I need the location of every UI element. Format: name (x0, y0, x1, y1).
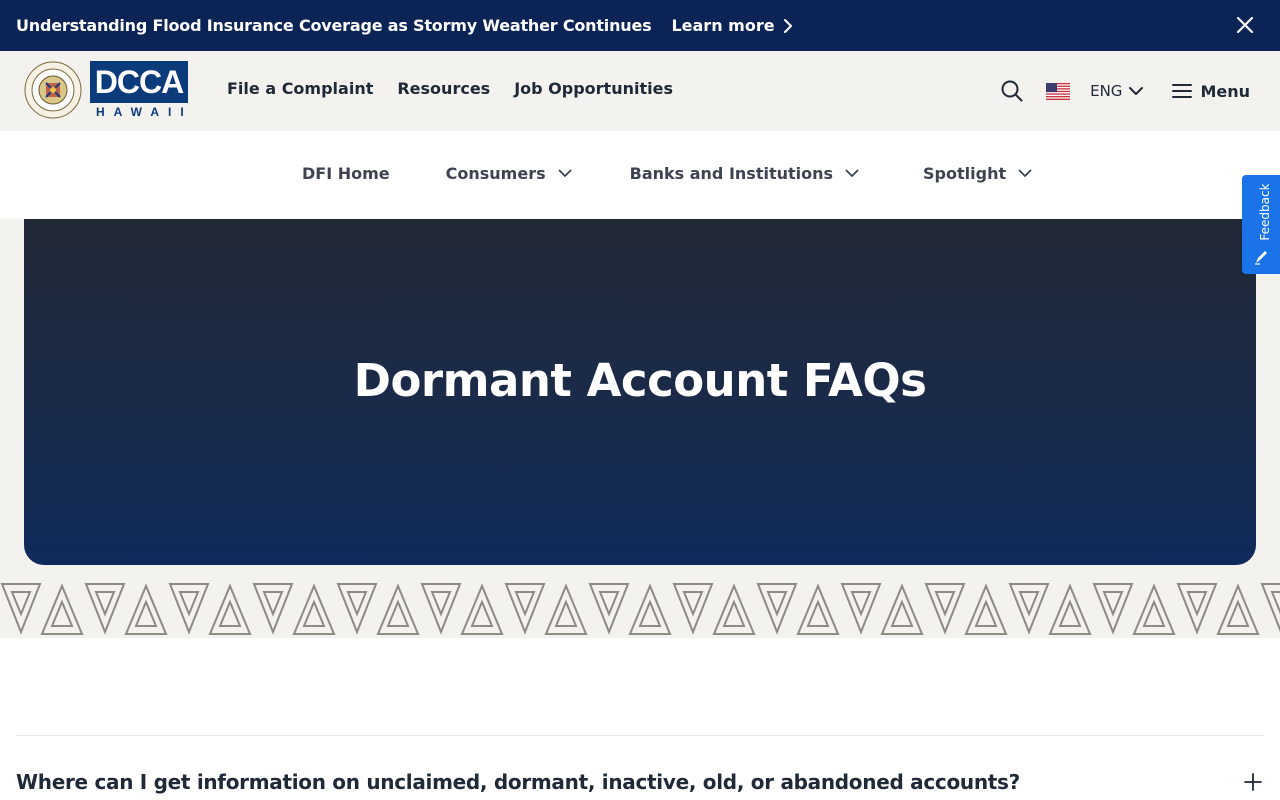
pen-icon (1255, 251, 1267, 265)
chevron-down-icon (558, 169, 572, 177)
subnav-consumers[interactable]: Consumers (446, 164, 572, 183)
chevron-down-icon (1018, 169, 1032, 177)
subnav-label: DFI Home (302, 164, 390, 183)
language-selector[interactable]: ENG (1090, 82, 1144, 100)
language-label: ENG (1090, 82, 1123, 100)
site-logo[interactable]: DCCA HAWAII (24, 61, 188, 119)
page-title: Dormant Account FAQs (353, 353, 927, 407)
section-nav: DFI Home Consumers Banks and Institution… (0, 131, 1280, 219)
header-utilities: ENG Menu (1000, 51, 1250, 131)
site-header: DCCA HAWAII File a Complaint Resources J… (0, 51, 1280, 131)
nav-resources[interactable]: Resources (397, 79, 490, 98)
learn-more-link[interactable]: Learn more (671, 16, 792, 35)
decorative-pattern (0, 580, 1280, 638)
feedback-tab[interactable]: Feedback (1242, 175, 1280, 274)
hero-banner: Dormant Account FAQs (24, 219, 1256, 565)
faq-divider (16, 735, 1264, 736)
nav-file-complaint[interactable]: File a Complaint (227, 79, 373, 98)
subnav-spotlight[interactable]: Spotlight (923, 164, 1032, 183)
chevron-down-icon (1129, 87, 1144, 95)
learn-more-label: Learn more (671, 16, 775, 35)
search-icon[interactable] (1000, 79, 1024, 103)
menu-label: Menu (1200, 81, 1250, 101)
chevron-right-icon (783, 18, 792, 33)
feedback-label: Feedback (1258, 183, 1272, 241)
subnav-label: Consumers (445, 164, 546, 183)
hamburger-icon (1172, 84, 1193, 98)
alert-banner: Understanding Flood Insurance Coverage a… (0, 0, 1280, 51)
faq-question[interactable]: Where can I get information on unclaimed… (16, 770, 1020, 794)
nav-job-opportunities[interactable]: Job Opportunities (514, 79, 673, 98)
dcca-logo: DCCA HAWAII (90, 61, 188, 119)
logo-text: DCCA (90, 61, 188, 103)
menu-button[interactable]: Menu (1172, 82, 1250, 101)
top-nav: File a Complaint Resources Job Opportuni… (227, 79, 673, 98)
plus-icon[interactable] (1243, 772, 1263, 792)
alert-message: Understanding Flood Insurance Coverage a… (16, 16, 652, 35)
state-seal-icon (24, 61, 82, 119)
us-flag-icon[interactable] (1046, 82, 1071, 100)
chevron-down-icon (845, 169, 859, 177)
subnav-label: Spotlight (923, 164, 1007, 183)
subnav-banks-institutions[interactable]: Banks and Institutions (630, 164, 859, 183)
close-icon[interactable] (1234, 14, 1256, 36)
subnav-label: Banks and Institutions (629, 164, 834, 183)
subnav-dfi-home[interactable]: DFI Home (302, 164, 390, 183)
logo-subtext: HAWAII (96, 105, 193, 119)
